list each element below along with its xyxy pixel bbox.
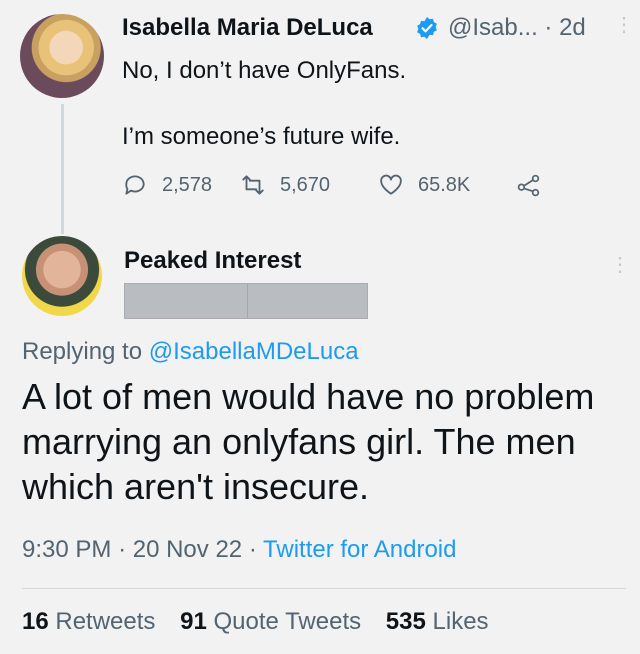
share-button[interactable] [516, 172, 542, 198]
verified-badge-icon [417, 17, 437, 39]
meta-separator: · [248, 536, 257, 563]
retweets-label: Retweets [55, 608, 156, 635]
likes-total: 535 [385, 608, 426, 635]
divider [22, 588, 626, 589]
retweets-stat[interactable]: 16 Retweets [22, 608, 155, 635]
quote-tweets-stat[interactable]: 91 Quote Tweets [180, 608, 361, 635]
thread-line [61, 104, 64, 234]
replying-to: Replying to @IsabellaMDeLuca [22, 338, 359, 366]
author-name[interactable]: Isabella Maria DeLuca [122, 14, 373, 42]
reply-more-icon[interactable]: ⋮ [610, 252, 630, 277]
tweet-text-line-2: I’m someone’s future wife. [122, 123, 401, 150]
like-count: 65.8K [418, 173, 471, 196]
retweet-icon [242, 175, 264, 195]
like-icon [380, 174, 402, 195]
like-button[interactable]: 65.8K [378, 172, 516, 198]
quotes-count: 91 [180, 608, 207, 635]
replying-prefix: Replying to [22, 338, 143, 365]
quotes-label: Quote Tweets [213, 608, 362, 635]
tweet-time[interactable]: 9:30 PM [22, 536, 111, 563]
tweet-text-line-1: No, I don’t have OnlyFans. [122, 57, 407, 84]
more-icon[interactable]: ⋮ [614, 12, 634, 37]
tweet-source-link[interactable]: Twitter for Android [263, 536, 456, 563]
reply-button[interactable]: 2,578 [122, 172, 240, 198]
avatar-isabella[interactable] [20, 14, 104, 98]
redacted-handle-block [124, 283, 368, 319]
reply-author-name[interactable]: Peaked Interest [124, 247, 301, 275]
retweet-count: 5,670 [280, 173, 331, 196]
tweet-date[interactable]: 20 Nov 22 [133, 536, 242, 563]
retweet-button[interactable]: 5,670 [240, 172, 378, 198]
engagement-stats: 16 Retweets 91 Quote Tweets 535 Likes [22, 608, 489, 636]
likes-label: Likes [432, 608, 489, 635]
reply-body-text: A lot of men would have no problem marry… [22, 376, 595, 507]
author-handle[interactable]: @Isab... [448, 14, 538, 41]
likes-stat[interactable]: 535 Likes [386, 608, 489, 635]
tweet-actions: 2,578 5,670 65.8K [122, 170, 542, 200]
replying-mention-link[interactable]: @IsabellaMDeLuca [149, 338, 359, 365]
reply-count: 2,578 [162, 173, 213, 196]
meta-separator: · [118, 536, 127, 563]
author-handle-and-age[interactable]: @Isab... · 2d [448, 14, 586, 42]
tweet-meta: 9:30 PM · 20 Nov 22 · Twitter for Androi… [22, 536, 456, 564]
avatar-peaked-interest[interactable] [22, 236, 102, 316]
tweet-age: · 2d [544, 14, 586, 41]
reply-icon [125, 175, 145, 195]
retweets-count: 16 [22, 608, 49, 635]
share-icon [517, 174, 540, 197]
